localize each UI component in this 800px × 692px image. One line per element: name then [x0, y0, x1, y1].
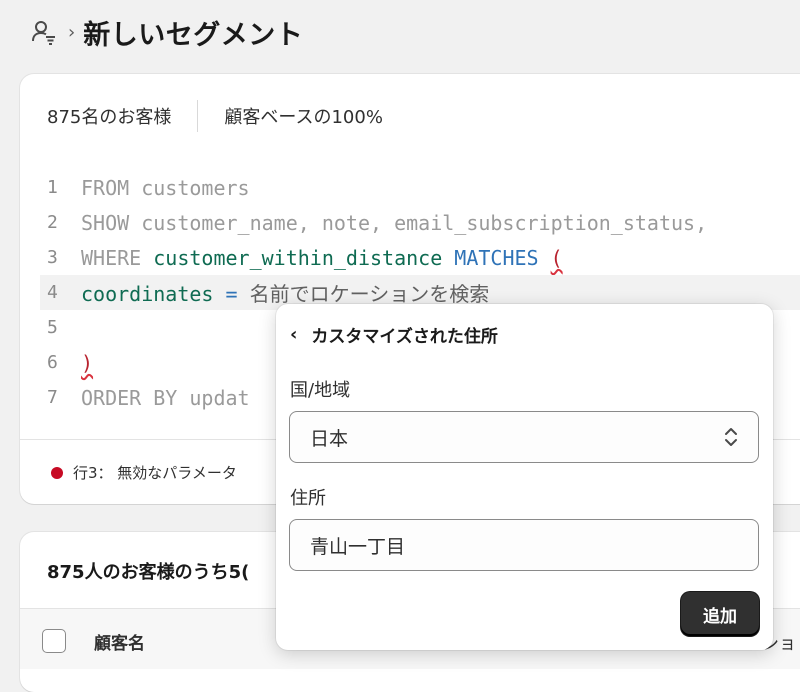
line-number: 1 [47, 177, 58, 198]
line-number: 5 [47, 317, 58, 338]
code-token: customer_within_distance [153, 245, 455, 270]
stats-divider [197, 100, 199, 132]
code-token: ) [81, 350, 94, 375]
breadcrumb-chevron-icon: › [68, 21, 76, 43]
customer-count: 875名のお客様 [47, 107, 172, 128]
code-line[interactable]: 2 SHOW customer_name, note, email_subscri… [20, 205, 800, 240]
code-line[interactable]: 1 FROM customers [20, 170, 800, 205]
page-header: › 新しいセグメント [30, 12, 303, 52]
country-select-value: 日本 [310, 427, 349, 450]
country-label: 国/地域 [290, 380, 351, 401]
code-line[interactable]: 3 WHERE customer_within_distance MATCHES … [20, 240, 800, 275]
customer-segment-icon [30, 18, 58, 46]
code-token: ( [550, 245, 563, 270]
code-token: = [225, 282, 250, 306]
line-number: 6 [47, 352, 58, 373]
code-content: WHERE customer_within_distance MATCHES ( [81, 246, 563, 270]
code-content: ORDER BY updat [81, 386, 250, 410]
back-chevron-icon[interactable]: ‹ [290, 324, 297, 345]
code-token: WHERE [81, 245, 154, 270]
address-input-value: 青山一丁目 [310, 535, 406, 558]
country-select[interactable]: 日本 [289, 411, 759, 463]
select-updown-icon [724, 426, 738, 448]
results-title: 875人のお客様のうち5( [47, 562, 250, 583]
code-token: 名前でロケーションを検索 [249, 282, 490, 306]
code-token: coordinates [81, 282, 226, 306]
code-content: FROM customers [81, 176, 250, 200]
line-number: 3 [47, 247, 58, 268]
address-label: 住所 [290, 488, 326, 509]
code-content: SHOW customer_name, note, email_subscrip… [81, 211, 707, 235]
code-token: MATCHES [454, 245, 551, 270]
code-content: ) [81, 351, 93, 375]
popover-title: カスタマイズされた住所 [311, 327, 498, 347]
error-text: 行3： 無効なパラメータ [73, 464, 237, 482]
customer-base-percent: 顧客ベースの100% [224, 107, 383, 128]
code-content: coordinates = 名前でロケーションを検索 [81, 278, 489, 307]
custom-address-popover: ‹ カスタマイズされた住所 国/地域 日本 住所 青山一丁目 追加 [276, 304, 773, 650]
code-token: FROM customers [81, 175, 250, 200]
code-token: SHOW customer_name, note, email_subscrip… [81, 210, 708, 235]
column-header-customer-name[interactable]: 顧客名 [94, 629, 145, 654]
address-input[interactable]: 青山一丁目 [289, 519, 759, 571]
select-all-checkbox[interactable] [42, 629, 66, 653]
error-message: 行3： 無効なパラメータ [51, 462, 237, 483]
line-number: 7 [47, 387, 58, 408]
line-number: 4 [47, 282, 58, 303]
segment-stats: 875名のお客様 顧客ベースの100% [47, 100, 383, 132]
page-title: 新しいセグメント [83, 19, 304, 51]
code-token: ORDER BY updat [81, 385, 250, 410]
line-number: 2 [47, 212, 58, 233]
error-icon [51, 466, 63, 479]
popover-header: ‹ カスタマイズされた住所 [290, 322, 498, 347]
add-button[interactable]: 追加 [681, 592, 759, 636]
